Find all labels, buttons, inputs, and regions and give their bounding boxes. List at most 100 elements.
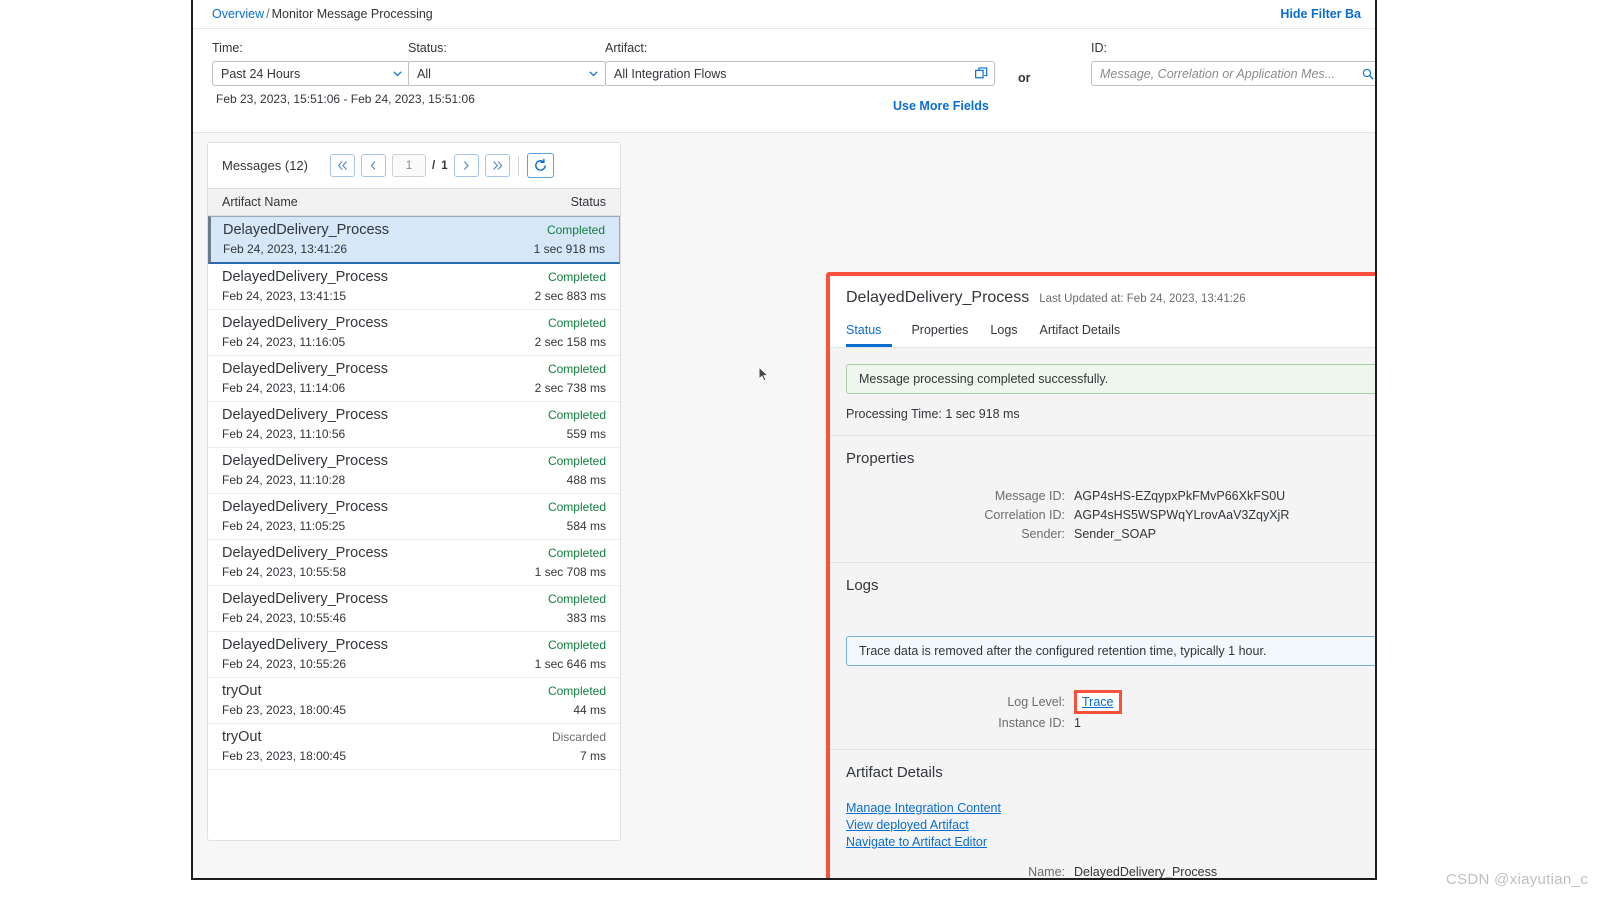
message-artifact-name: DelayedDelivery_Process [222, 361, 389, 377]
filter-time-select[interactable]: Past 24 Hours [212, 61, 410, 86]
artifact-details-key-values: Name:DelayedDelivery_ProcessID:DelayedDe… [846, 865, 1375, 878]
last-page-button[interactable] [484, 154, 510, 177]
detail-field-value: DelayedDelivery_Process [1074, 865, 1218, 878]
prev-page-button[interactable] [360, 154, 386, 177]
chevron-down-icon [393, 71, 402, 77]
message-list-item[interactable]: DelayedDelivery_Process Completed Feb 24, … [208, 632, 620, 678]
logs-heading: Logs [846, 577, 879, 594]
page-separator: / [431, 159, 436, 172]
message-artifact-name: DelayedDelivery_Process [222, 453, 389, 469]
properties-key-values: Message ID: AGP4sHS-EZqypxPkFMvP66XkFS0U C… [846, 489, 1375, 541]
message-duration: 488 ms [566, 473, 606, 487]
message-list-item[interactable]: DelayedDelivery_Process Completed Feb 24, … [208, 310, 620, 356]
section-logs: Logs Open Text View Trace data is remove… [830, 563, 1375, 749]
message-list-item[interactable]: DelayedDelivery_Process Completed Feb 24, … [208, 540, 620, 586]
message-status: Completed [547, 684, 606, 698]
message-status: Completed [547, 316, 606, 330]
detail-field-label: Message ID: [994, 489, 1065, 503]
use-more-fields-button[interactable]: Use More Fields [893, 99, 989, 113]
message-list-item[interactable]: DelayedDelivery_Process Completed Feb 24, … [208, 586, 620, 632]
log-level-row: Log Level: Trace [846, 690, 1375, 714]
refresh-icon [534, 158, 546, 171]
filter-or-label: or [1018, 71, 1031, 85]
artifact-link[interactable]: Navigate to Artifact Editor [846, 835, 1375, 849]
messages-list[interactable]: DelayedDelivery_Process Completed Feb 24, … [208, 216, 620, 840]
message-list-item[interactable]: DelayedDelivery_Process Completed Feb 24, … [208, 264, 620, 310]
artifact-link[interactable]: View deployed Artifact [846, 818, 1375, 832]
tab-artifact-details[interactable]: Artifact Details [1029, 319, 1132, 347]
section-properties: Properties Message ID: AGP4sHS-EZqypxPkFM… [830, 436, 1375, 562]
message-duration: 559 ms [566, 427, 606, 441]
detail-field-row: Name: DelayedDelivery_Process [846, 865, 1375, 878]
filter-status-value: All [417, 66, 431, 81]
open-text-view-link[interactable]: Open Text View [846, 612, 1375, 626]
filter-time: Time: Past 24 Hours Feb 23, 2023, 15:51:… [212, 41, 475, 106]
filter-time-range-note: Feb 23, 2023, 15:51:06 - Feb 24, 2023, 1… [216, 92, 475, 106]
messages-list-panel: Messages (12) 1 / 1 Artifact Name Status… [207, 142, 621, 841]
message-artifact-name: tryOut [222, 729, 262, 745]
chevron-left-icon [371, 161, 376, 170]
detail-field-label: Correlation ID: [984, 508, 1065, 522]
section-artifact-details: Artifact Details Manage Integration Cont… [830, 750, 1375, 878]
filter-id-search-input[interactable]: Message, Correlation or Application Mes.… [1091, 61, 1375, 86]
message-list-item[interactable]: tryOut Completed Feb 23, 2023, 18:00:45 44 … [208, 678, 620, 724]
message-list-item[interactable]: DelayedDelivery_Process Completed Feb 24, … [208, 448, 620, 494]
message-timestamp: Feb 24, 2023, 10:55:58 [222, 565, 347, 579]
message-artifact-name: DelayedDelivery_Process [222, 637, 389, 653]
breadcrumb-current: Monitor Message Processing [271, 7, 433, 21]
tab-logs[interactable]: Logs [979, 319, 1028, 347]
list-column-headers: Artifact Name Status [208, 188, 620, 216]
detail-field-row: Sender: Sender_SOAP [846, 527, 1375, 541]
message-timestamp: Feb 23, 2023, 18:00:45 [222, 703, 347, 717]
filter-artifact-label: Artifact: [605, 41, 648, 55]
message-timestamp: Feb 23, 2023, 18:00:45 [222, 749, 347, 763]
tab-properties[interactable]: Properties [900, 319, 979, 347]
detail-field-row: Correlation ID: AGP4sHS5WSPWqYLrovAaV3Zqy… [846, 508, 1375, 522]
instance-id-value: 1 [1074, 716, 1081, 730]
message-list-item[interactable]: DelayedDelivery_Process Completed Feb 24, … [208, 402, 620, 448]
message-list-item[interactable]: DelayedDelivery_Process Completed Feb 24, … [208, 216, 620, 264]
artifact-link[interactable]: Manage Integration Content [846, 801, 1375, 815]
detail-field-label: Sender: [1021, 527, 1065, 541]
detail-body: Message processing completed successfull… [830, 348, 1375, 878]
message-duration: 1 sec 708 ms [534, 565, 606, 579]
mouse-cursor-icon [758, 365, 770, 382]
first-page-button[interactable] [329, 154, 355, 177]
detail-header: DelayedDelivery_Process Last Updated at:… [830, 276, 1375, 307]
log-level-highlight: Trace [1074, 690, 1122, 714]
message-artifact-name: DelayedDelivery_Process [222, 269, 389, 285]
filter-status-select[interactable]: All [408, 61, 606, 86]
message-list-item[interactable]: DelayedDelivery_Process Completed Feb 24, … [208, 356, 620, 402]
message-detail-panel-highlight: DelayedDelivery_Process Last Updated at:… [826, 272, 1375, 878]
refresh-button[interactable] [526, 153, 554, 178]
message-timestamp: Feb 24, 2023, 11:05:25 [222, 519, 346, 533]
message-duration: 584 ms [566, 519, 606, 533]
detail-field-value: Sender_SOAP [1074, 527, 1156, 541]
tab-status[interactable]: Status [846, 319, 893, 347]
watermark: CSDN @xiayutian_c [1445, 871, 1588, 888]
message-status: Completed [547, 592, 606, 606]
filter-bar: Time: Past 24 Hours Feb 23, 2023, 15:51:… [193, 29, 1375, 133]
properties-heading: Properties [846, 450, 915, 467]
message-list-item[interactable]: tryOut Discarded Feb 23, 2023, 18:00:45 7 m… [208, 724, 620, 770]
messages-list-header: Messages (12) 1 / 1 [208, 143, 620, 188]
detail-tabs[interactable]: Status Properties Logs Artifact Details [830, 319, 1375, 348]
filter-status: Status: All [408, 41, 606, 86]
next-page-button[interactable] [453, 154, 479, 177]
message-list-item[interactable]: DelayedDelivery_Process Completed Feb 24, … [208, 494, 620, 540]
detail-field-value: AGP4sHS-EZqypxPkFMvP66XkFS0U [1074, 489, 1286, 503]
status-success-message: Message processing completed successfull… [846, 364, 1375, 394]
search-icon[interactable] [1362, 68, 1374, 80]
pagination: 1 / 1 [329, 153, 554, 178]
filter-artifact: Artifact: All Integration Flows [605, 41, 995, 86]
breadcrumb-link-overview[interactable]: Overview [212, 7, 264, 21]
value-help-icon[interactable] [975, 67, 988, 80]
message-status: Completed [547, 408, 606, 422]
message-artifact-name: DelayedDelivery_Process [222, 407, 389, 423]
filter-artifact-input[interactable]: All Integration Flows [605, 61, 995, 86]
message-timestamp: Feb 24, 2023, 11:14:06 [222, 381, 346, 395]
page-number-input[interactable]: 1 [391, 154, 426, 177]
filter-artifact-value: All Integration Flows [614, 66, 727, 81]
hide-filter-bar-button[interactable]: Hide Filter Ba [1280, 7, 1361, 21]
log-level-value-link[interactable]: Trace [1082, 695, 1114, 709]
